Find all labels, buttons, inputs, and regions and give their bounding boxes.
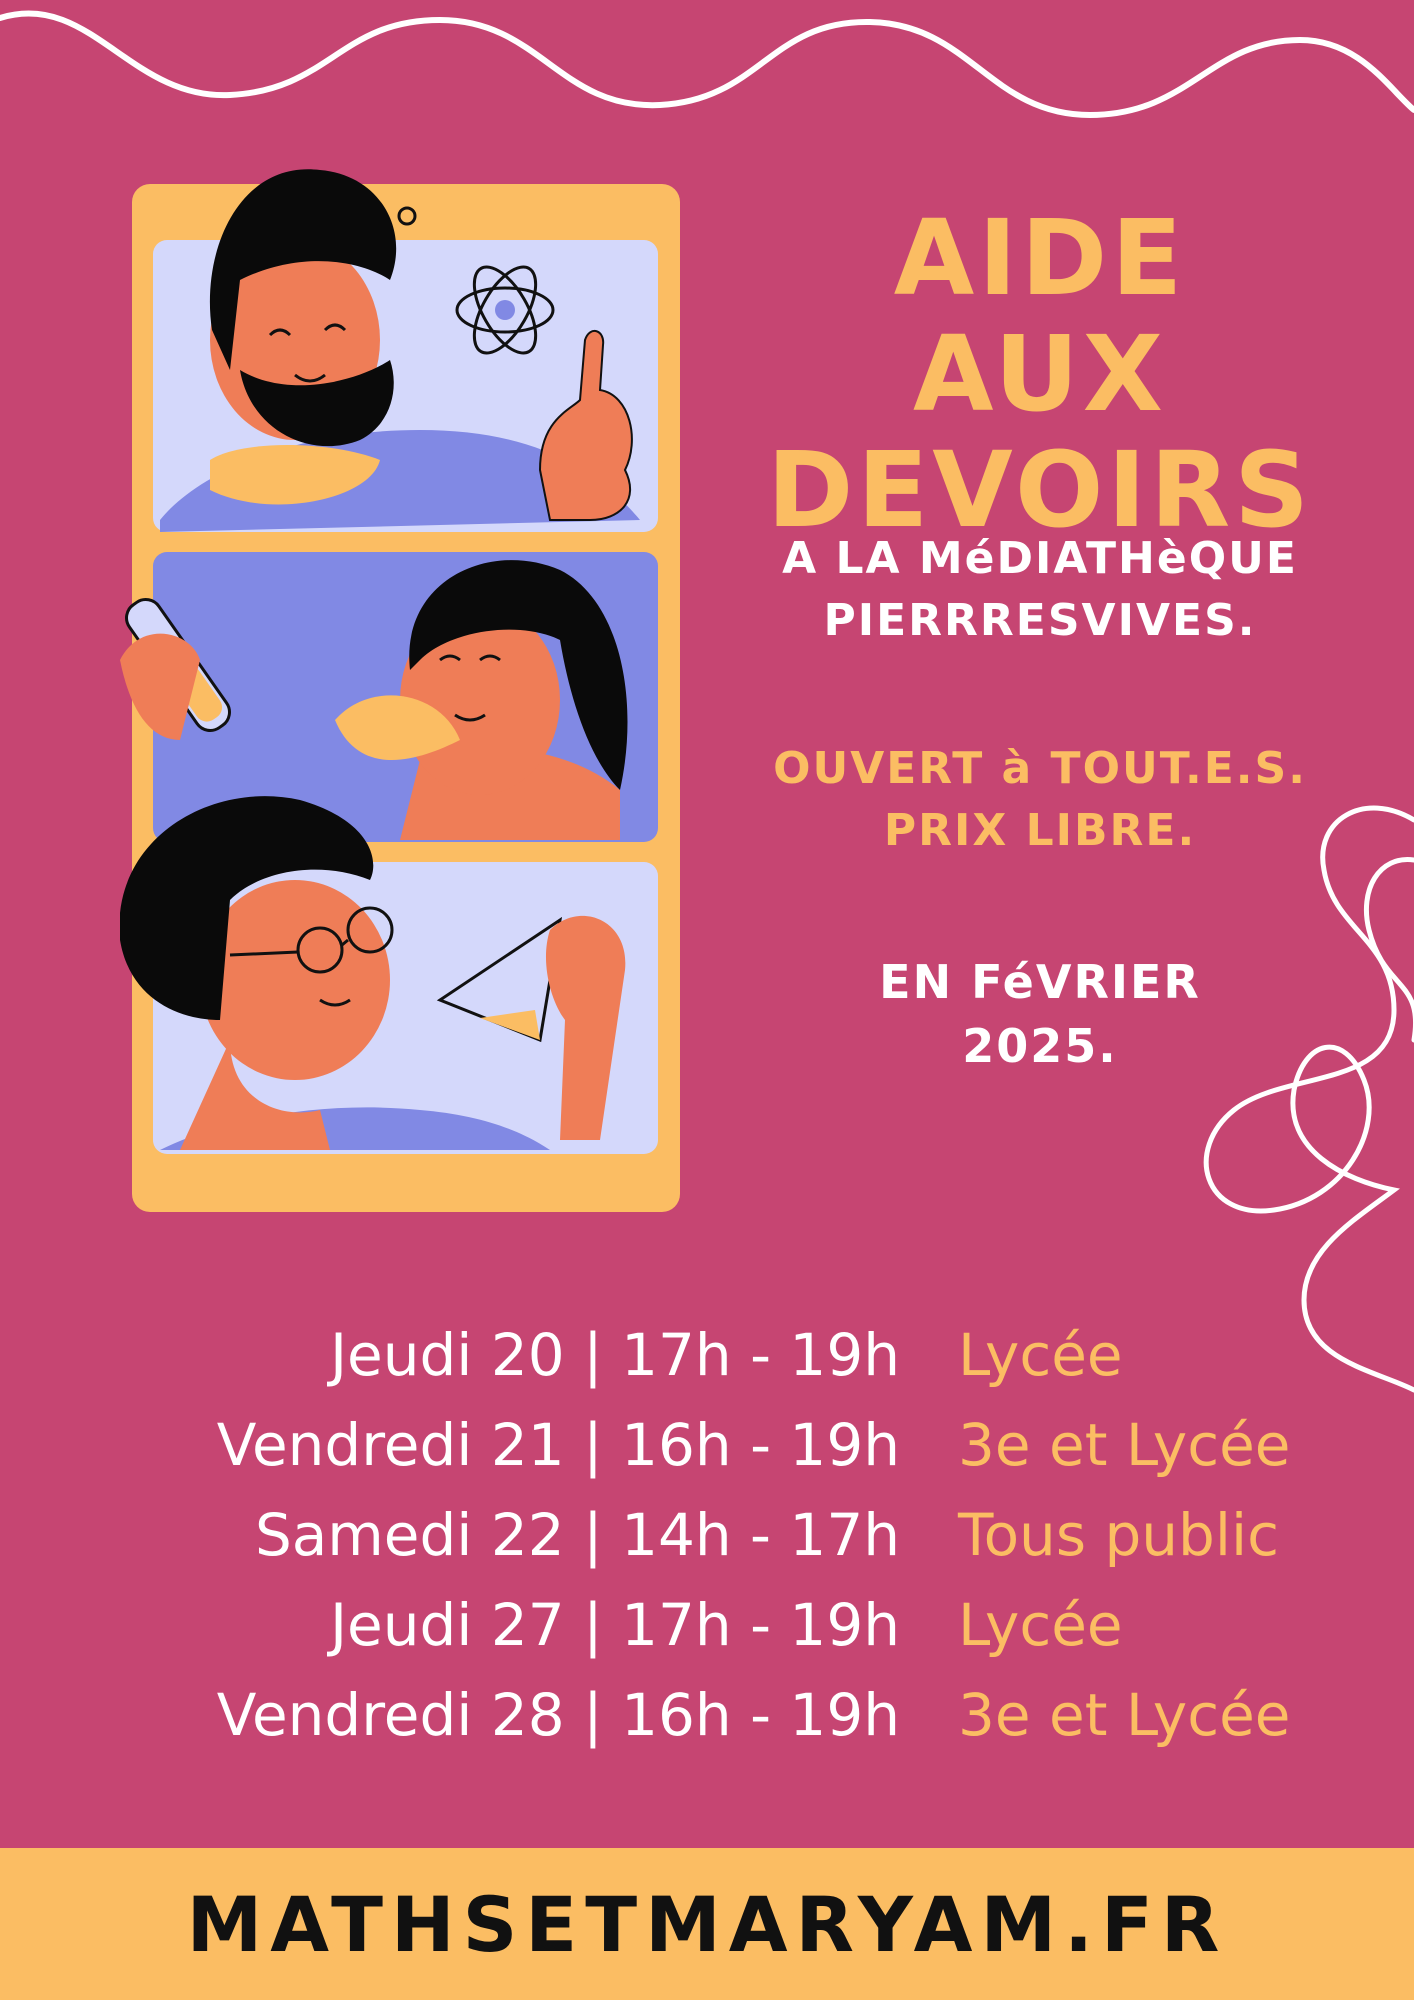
schedule-row: Vendredi 21 | 16h - 19h 3e et Lycée xyxy=(0,1400,1414,1490)
schedule-when: Vendredi 21 | 16h - 19h xyxy=(216,1411,900,1479)
footer-banner: MATHSETMARYAM.FR xyxy=(0,1848,1414,2000)
location-line-2: PIERRRESVIVES. xyxy=(823,595,1257,646)
location-line-1: A LA MéDIATHèQUE xyxy=(782,533,1298,584)
page-title: AIDE AUX DEVOIRS xyxy=(760,200,1320,548)
schedule-row: Vendredi 28 | 16h - 19h 3e et Lycée xyxy=(0,1670,1414,1760)
access-text: OUVERT à TOUT.E.S. PRIX LIBRE. xyxy=(760,738,1320,862)
title-line-1: AIDE AUX xyxy=(893,197,1187,435)
access-line-1: OUVERT à TOUT.E.S. xyxy=(773,743,1307,794)
schedule-audience: 3e et Lycée xyxy=(958,1681,1291,1749)
website-link[interactable]: MATHSETMARYAM.FR xyxy=(187,1880,1228,1969)
poster: AIDE AUX DEVOIRS A LA MéDIATHèQUE PIERRR… xyxy=(0,0,1414,2000)
schedule-audience: Lycée xyxy=(958,1321,1123,1389)
schedule-when: Vendredi 28 | 16h - 19h xyxy=(216,1681,900,1749)
video-call-illustration xyxy=(120,169,680,1212)
schedule-audience: Lycée xyxy=(958,1591,1123,1659)
schedule-row: Samedi 22 | 14h - 17h Tous public xyxy=(0,1490,1414,1580)
schedule-audience: Tous public xyxy=(958,1501,1279,1569)
schedule-when: Jeudi 20 | 17h - 19h xyxy=(329,1321,900,1389)
schedule-when: Jeudi 27 | 17h - 19h xyxy=(329,1591,900,1659)
period-line-2: 2025. xyxy=(962,1019,1118,1073)
schedule-row: Jeudi 27 | 17h - 19h Lycée xyxy=(0,1580,1414,1670)
top-wave-decoration xyxy=(0,10,1414,119)
period-text: EN FéVRIER 2025. xyxy=(760,950,1320,1078)
schedule-row: Jeudi 20 | 17h - 19h Lycée xyxy=(0,1310,1414,1400)
schedule-audience: 3e et Lycée xyxy=(958,1411,1291,1479)
period-line-1: EN FéVRIER xyxy=(879,955,1201,1009)
access-line-2: PRIX LIBRE. xyxy=(883,805,1197,856)
schedule-when: Samedi 22 | 14h - 17h xyxy=(254,1501,900,1569)
location-text: A LA MéDIATHèQUE PIERRRESVIVES. xyxy=(760,528,1320,652)
